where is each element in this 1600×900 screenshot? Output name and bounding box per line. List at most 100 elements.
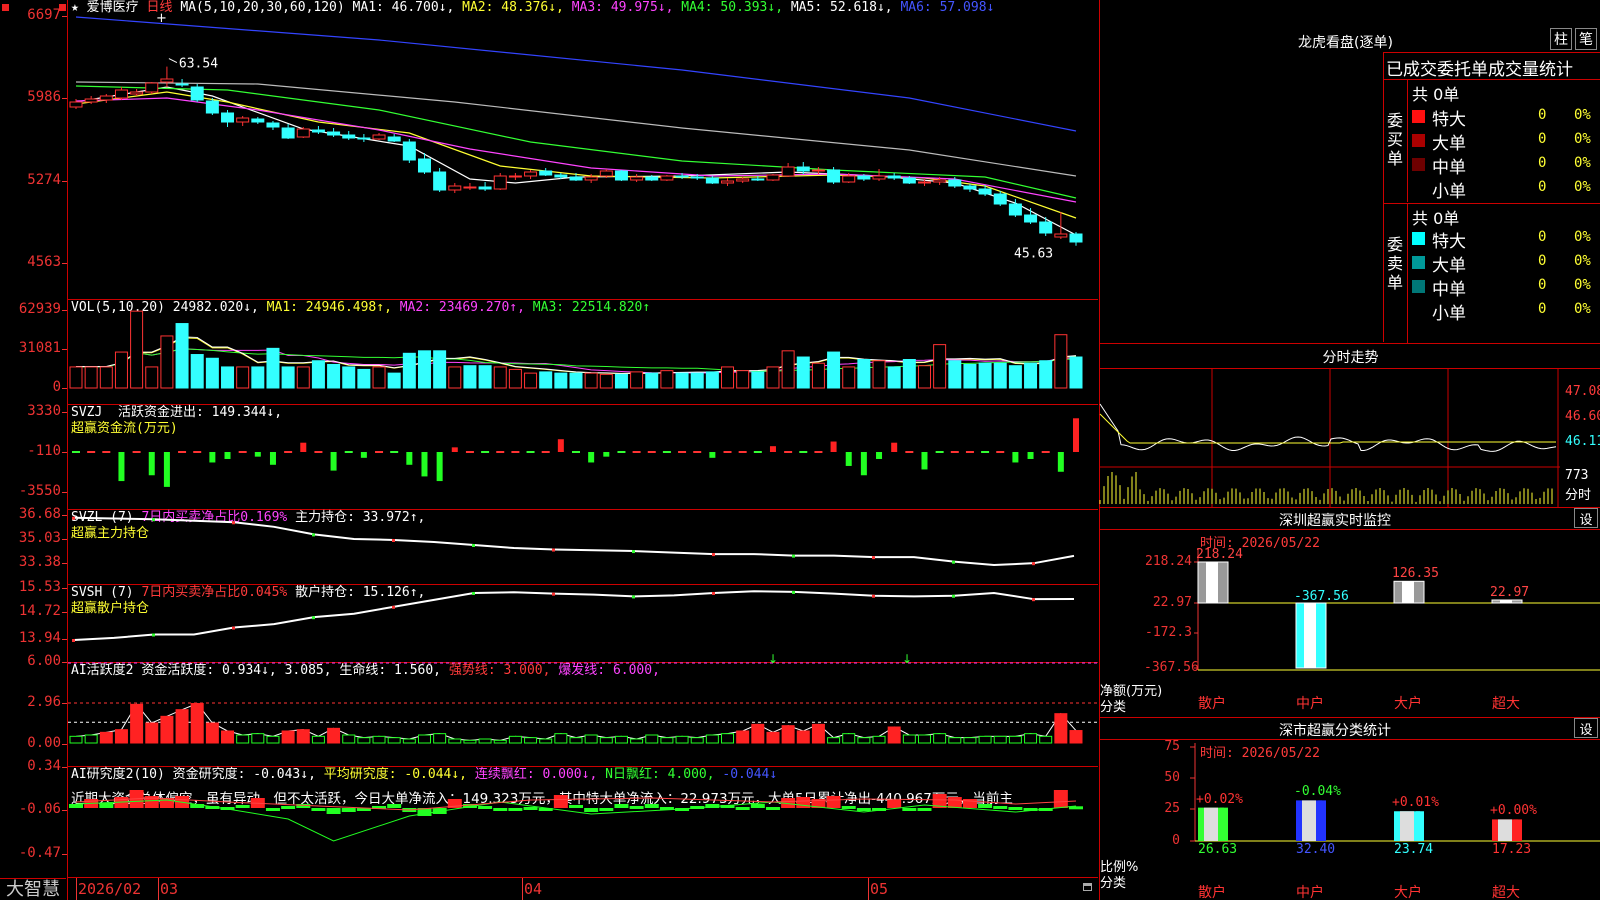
activity-bar	[675, 735, 689, 744]
szc-bar-edge	[1220, 807, 1224, 841]
candle	[872, 175, 886, 180]
szc-category: 大户	[1394, 885, 1422, 900]
buy-row-count: 0	[1538, 107, 1547, 123]
svzj-panel[interactable]: SVZJ 活跃资金进出: 149.344↓, 超赢资金流(万元)	[68, 405, 1098, 510]
ai-research-chart[interactable]	[68, 767, 1098, 878]
activity-bar	[811, 723, 825, 744]
holding-dot	[232, 626, 235, 630]
price-panel[interactable]: ★ 爱博医疗 日线 MA(5,10,20,30,60,120) MA1: 46.…	[68, 0, 1098, 300]
candle	[1039, 221, 1053, 234]
candle	[721, 180, 735, 184]
holding-line	[73, 590, 1075, 641]
svzj-bar	[860, 452, 867, 476]
sz-monitor-panel[interactable]: 深圳超赢实时监控 设 时间: 2026/05/22 净额(万元) 分类 218.…	[1100, 507, 1600, 717]
activity-bar	[705, 734, 719, 744]
vol-bar	[84, 366, 98, 389]
ai-activity-panel[interactable]: AI活跃度2 资金活跃度: 0.934↓, 3.085, 生命线: 1.560,…	[68, 652, 1098, 767]
activity-bar	[236, 734, 250, 744]
activity-bar	[508, 735, 522, 744]
vol-bar	[539, 371, 553, 389]
svzj-bar	[314, 451, 323, 453]
ai-research-panel[interactable]: AI研究度2(10) 资金研究度: -0.043↓, 平均研究度: -0.044…	[68, 767, 1098, 878]
pen-mode-button[interactable]: 笔	[1575, 28, 1597, 50]
svzj-bar	[603, 452, 610, 457]
szc-bar-edge	[1416, 811, 1420, 841]
szc-y-label: 0	[1172, 833, 1180, 848]
sell-side-label: 委卖单	[1387, 235, 1404, 292]
sell-row-swatch	[1412, 232, 1425, 245]
candle	[145, 82, 159, 93]
candle	[130, 91, 144, 95]
szm-bar-shine	[1206, 562, 1218, 603]
vol-bar	[963, 363, 977, 389]
vol-bar	[221, 366, 235, 389]
svzj-bar	[481, 451, 490, 453]
candle	[842, 175, 856, 183]
intraday-panel[interactable]: 分时走势 47.08 46.60 46.11 773 分时	[1099, 343, 1600, 508]
candle	[114, 89, 128, 99]
holding-dot	[72, 639, 75, 642]
candle	[221, 112, 235, 123]
svzj-bar	[118, 452, 125, 482]
candle	[569, 176, 583, 181]
svzl-panel[interactable]: SVZL (7) 7日内买卖净占比0.169% 主力持仓: 33.972↑, 超…	[68, 510, 1098, 585]
activity-bar	[690, 737, 704, 744]
szm-category: 大户	[1394, 696, 1422, 712]
activity-bar	[327, 727, 341, 744]
szc-change-label: +0.01%	[1392, 795, 1439, 811]
order-stats: 已成交委托单成交量统计 委买单 共 0单 特大 0 0% 大单 0 0% 中单 0 0% 小单 0 0…	[1383, 52, 1600, 343]
sz-class-panel[interactable]: 深市超赢分类统计 设 时间: 2026/05/22 比例% 分类 75 50 25 0…	[1100, 717, 1600, 900]
volume-chart[interactable]	[68, 300, 1098, 405]
lhb-title: 龙虎看盘(逐单)	[1298, 35, 1393, 51]
activity-bar	[721, 733, 735, 744]
candle	[554, 174, 568, 178]
szc-value-label: 17.23	[1492, 842, 1532, 857]
research-bar	[826, 796, 841, 808]
vol-bar	[857, 358, 871, 389]
szc-bar-edge	[1318, 800, 1322, 841]
szc-change-label: -0.04%	[1294, 784, 1341, 800]
activity-bar	[887, 726, 901, 744]
szc-category: 中户	[1296, 885, 1324, 900]
date-axis[interactable]: 2026/02 03 04 05	[68, 878, 1098, 900]
vol-bar	[448, 366, 462, 389]
lock-icon[interactable]	[1083, 883, 1092, 891]
szc-bar-shine	[1498, 819, 1512, 841]
sell-row-swatch	[1412, 280, 1425, 293]
sell-row-swatch	[1412, 256, 1425, 269]
svzj-bar	[87, 451, 96, 453]
svzj-bar	[465, 451, 474, 453]
buy-row-count: 0	[1538, 131, 1547, 147]
bar-mode-button[interactable]: 柱	[1550, 28, 1572, 50]
research-bar	[750, 804, 765, 808]
svzj-bar	[845, 452, 852, 466]
volume-panel[interactable]: VOL(5,10,20) 24982.020↓, MA1: 24946.498↑…	[68, 300, 1098, 405]
menu-icon[interactable]	[2, 4, 9, 11]
intraday-chart[interactable]	[1099, 344, 1600, 508]
svzj-bar	[799, 451, 808, 453]
svzj-bar	[662, 451, 671, 453]
buy-row-count: 0	[1538, 155, 1547, 171]
szm-category: 中户	[1296, 696, 1324, 712]
holding-dot	[472, 591, 475, 595]
vol-bar	[327, 363, 341, 389]
svsh-panel[interactable]: SVSH (7) 7日内买卖净占比0.045% 散户持仓: 15.126↑, 超…	[68, 585, 1098, 663]
research-bar	[326, 808, 341, 814]
svzj-chart[interactable]	[68, 405, 1098, 510]
main-y-label: 5274	[27, 172, 61, 188]
buy-row-label: 特大	[1432, 110, 1466, 130]
svzj-bar	[1073, 418, 1079, 452]
sz-monitor-chart[interactable]	[1100, 508, 1600, 718]
buy-row-swatch	[1412, 182, 1425, 195]
activity-bar	[69, 735, 83, 744]
svzl-chart[interactable]	[68, 510, 1098, 585]
svzl-y-label: 35.03	[18, 530, 61, 546]
candlestick-chart[interactable]: 63.54 45.63 +	[68, 0, 1098, 300]
stat-title: 已成交委托单成交量统计	[1386, 60, 1573, 80]
ai-activity-chart[interactable]: ↓ ↓	[68, 652, 1098, 767]
svzj-bar	[981, 451, 990, 453]
y-tick	[62, 388, 67, 389]
svsh-chart[interactable]	[68, 585, 1098, 663]
ai1-y-label: 0.00	[27, 735, 61, 751]
x-label: 04	[524, 880, 543, 898]
